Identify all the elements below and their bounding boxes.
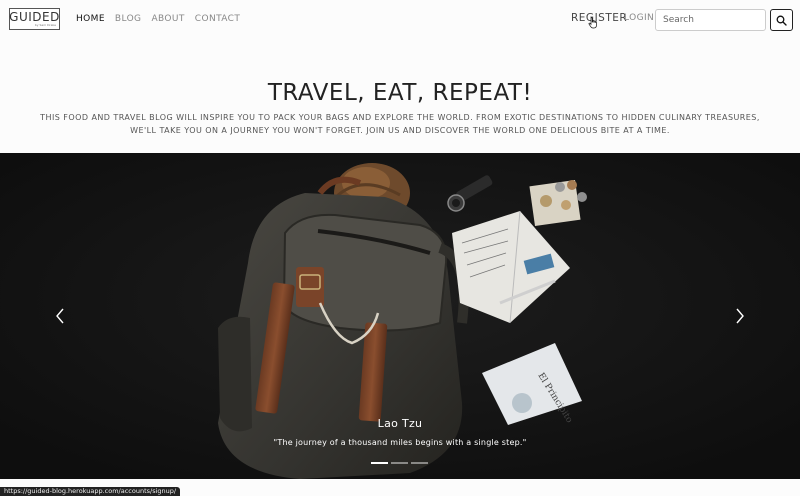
hero-description: THIS FOOD AND TRAVEL BLOG WILL INSPIRE Y…: [40, 113, 760, 135]
navbar: GUIDED by Sam Drake HOME BLOG ABOUT CONT…: [0, 0, 800, 38]
carousel-prev-button[interactable]: [53, 305, 67, 327]
hero-carousel: El Principito Lao Tzu "The journey of a …: [0, 153, 800, 479]
carousel-next-button[interactable]: [733, 305, 747, 327]
caption-title: Lao Tzu: [377, 417, 423, 430]
nav-link-contact[interactable]: CONTACT: [195, 13, 240, 25]
carousel-indicator-3[interactable]: [411, 462, 428, 464]
login-link[interactable]: LOGIN: [624, 13, 654, 23]
carousel-indicator-1[interactable]: [371, 462, 388, 464]
register-link[interactable]: REGISTER: [571, 12, 627, 24]
brand-logo[interactable]: GUIDED by Sam Drake: [9, 8, 60, 30]
nav-link-about[interactable]: ABOUT: [151, 13, 184, 25]
nav-link-blog[interactable]: BLOG: [115, 13, 142, 25]
nav-link-home[interactable]: HOME: [76, 13, 105, 25]
search-button[interactable]: [770, 9, 793, 31]
chevron-left-icon: [56, 308, 64, 324]
browser-status-url: https://guided-blog.herokuapp.com/accoun…: [0, 487, 181, 496]
caption-quote: "The journey of a thousand miles begins …: [273, 438, 527, 447]
carousel-indicator-2[interactable]: [391, 462, 408, 464]
search-icon: [776, 15, 787, 26]
nav-links: HOME BLOG ABOUT CONTACT: [76, 13, 250, 25]
brand-logo-text: GUIDED: [9, 10, 60, 24]
brand-logo-subtitle: by Sam Drake: [34, 23, 56, 27]
search-input[interactable]: [655, 9, 766, 31]
page-title: TRAVEL, EAT, REPEAT!: [267, 80, 533, 106]
carousel-indicators: [371, 462, 428, 464]
carousel-caption: Lao Tzu "The journey of a thousand miles…: [0, 417, 800, 447]
chevron-right-icon: [736, 308, 744, 324]
hand-cursor-icon: [588, 17, 599, 32]
